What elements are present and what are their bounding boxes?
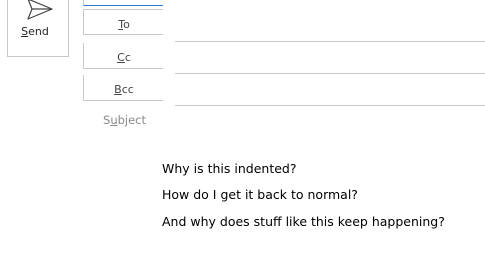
- bcc-button[interactable]: Bcc: [83, 75, 163, 101]
- cc-field[interactable]: [175, 73, 485, 74]
- to-field[interactable]: [175, 41, 485, 42]
- message-body-line[interactable]: And why does stuff like this keep happen…: [162, 214, 445, 229]
- send-label: Send: [21, 25, 49, 38]
- bcc-button-label: Bcc: [114, 83, 134, 96]
- cc-button-label: Cc: [117, 51, 131, 64]
- send-icon: [27, 0, 53, 20]
- bcc-field[interactable]: [175, 105, 485, 106]
- to-field-focus-accent: [83, 0, 163, 6]
- to-button[interactable]: To: [83, 9, 163, 35]
- message-body-line[interactable]: How do I get it back to normal?: [162, 187, 358, 202]
- send-button[interactable]: Send: [7, 0, 69, 57]
- cc-button[interactable]: Cc: [83, 43, 163, 69]
- to-button-label: To: [118, 18, 130, 31]
- message-body-line[interactable]: Why is this indented?: [162, 161, 297, 176]
- subject-field[interactable]: Subject: [103, 113, 146, 127]
